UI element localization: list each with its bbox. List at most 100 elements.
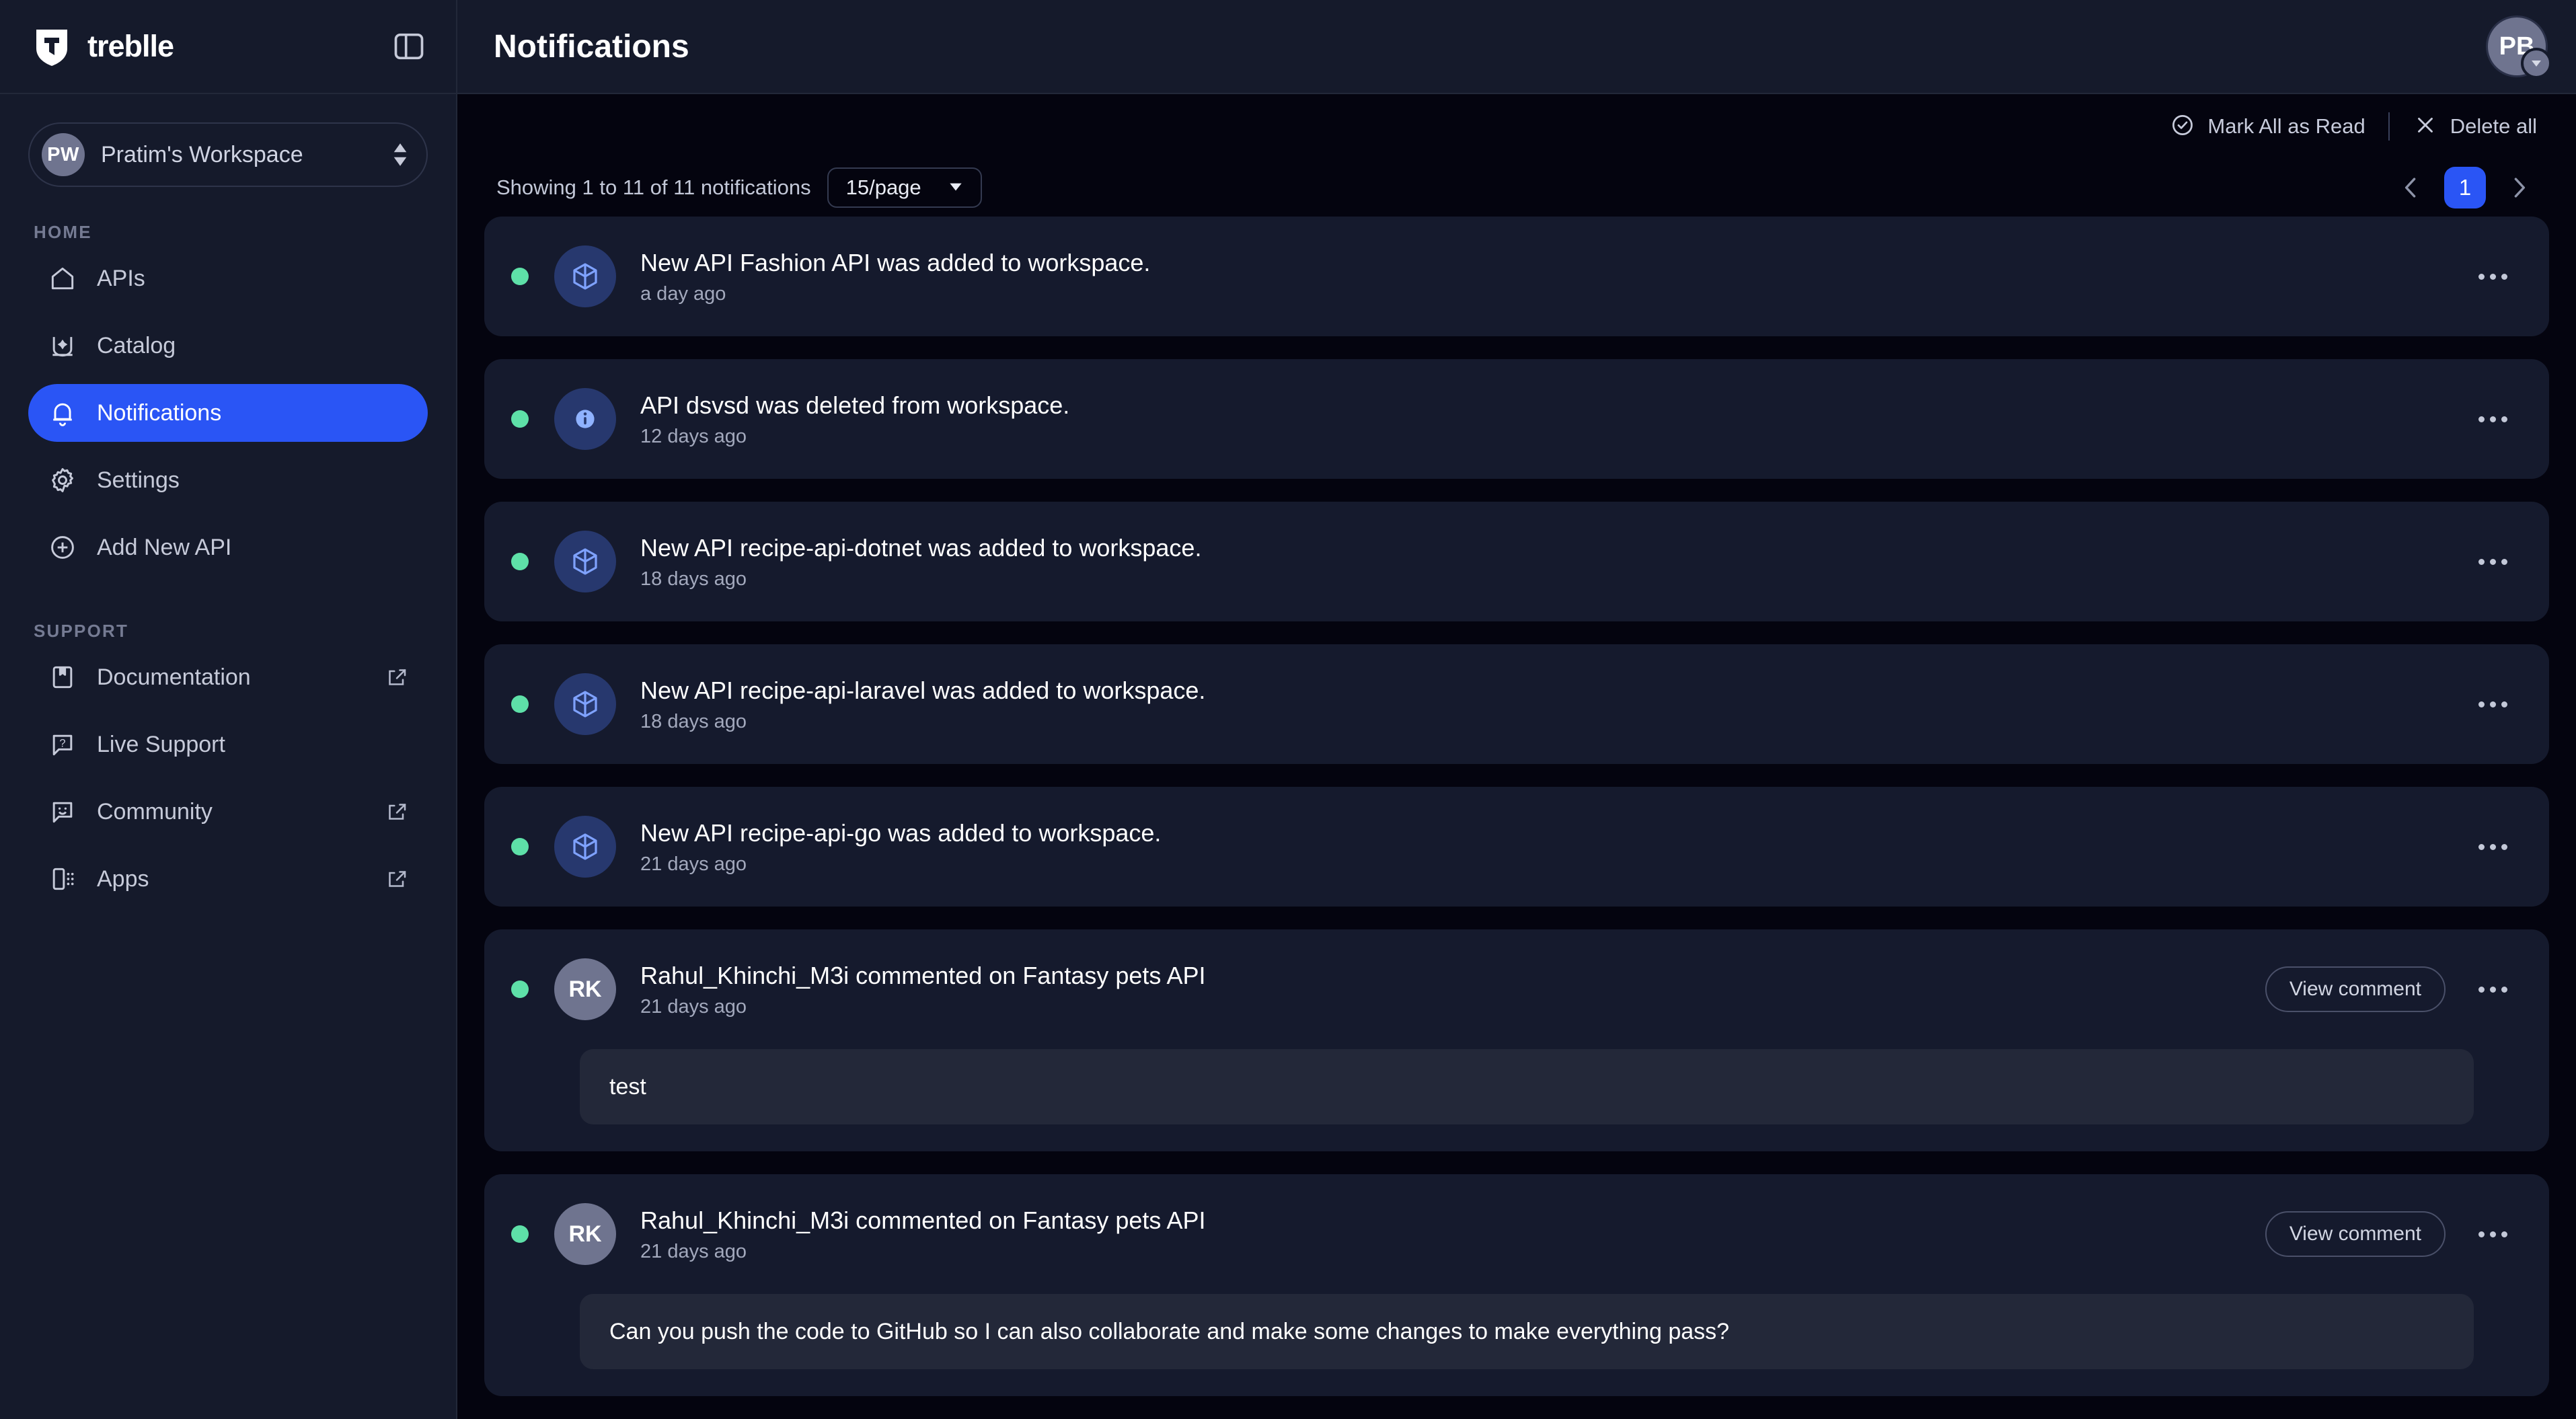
notification-title: Rahul_Khinchi_M3i commented on Fantasy p… — [640, 1206, 1206, 1234]
more-horizontal-icon[interactable] — [2474, 1215, 2511, 1253]
notification-text: New API recipe-api-dotnet was added to w… — [616, 533, 2474, 590]
treblle-shield-logo-icon — [31, 26, 73, 67]
sidebar: treblle PW Pratim's Workspace HOME APIs … — [0, 0, 457, 1419]
notification-text: API dsvsd was deleted from workspace. 12 … — [616, 390, 2474, 448]
delete-all-button[interactable]: Delete all — [2413, 112, 2537, 141]
more-horizontal-icon[interactable] — [2474, 970, 2511, 1008]
workspace-switcher[interactable]: PW Pratim's Workspace — [28, 122, 428, 187]
page-size-select[interactable]: 15/page — [827, 167, 982, 208]
sidebar-item-catalog[interactable]: Catalog — [28, 317, 428, 375]
sidebar-item-community[interactable]: Community — [28, 783, 428, 841]
topbar: Notifications PB — [457, 0, 2576, 94]
more-horizontal-icon[interactable] — [2474, 258, 2511, 295]
notification-actions: View comment — [2265, 1211, 2511, 1257]
notification-title: API dsvsd was deleted from workspace. — [640, 391, 1070, 419]
notification-actions — [2474, 258, 2511, 295]
sidebar-item-apis[interactable]: APIs — [28, 250, 428, 307]
sidebar-section-label-home: HOME — [34, 222, 92, 242]
more-horizontal-icon[interactable] — [2474, 685, 2511, 723]
notification-card[interactable]: API dsvsd was deleted from workspace. 12 … — [484, 359, 2549, 479]
sidebar-item-documentation[interactable]: Documentation — [28, 648, 428, 706]
close-x-icon — [2413, 112, 2438, 141]
chevron-down-icon — [2521, 48, 2552, 79]
chevron-right-icon[interactable] — [2501, 169, 2537, 206]
notification-card[interactable]: New API Fashion API was added to workspa… — [484, 217, 2549, 336]
sidebar-item-settings[interactable]: Settings — [28, 451, 428, 509]
unread-dot — [511, 1225, 529, 1243]
notification-row: API dsvsd was deleted from workspace. 12 … — [484, 359, 2511, 479]
notification-title: New API recipe-api-laravel was added to … — [640, 676, 1206, 704]
sidebar-item-label: Add New API — [97, 534, 232, 560]
notification-card[interactable]: New API recipe-api-dotnet was added to w… — [484, 502, 2549, 621]
view-comment-button[interactable]: View comment — [2265, 966, 2446, 1012]
sidebar-item-notifications[interactable]: Notifications — [28, 384, 428, 442]
notification-title: Rahul_Khinchi_M3i commented on Fantasy p… — [640, 961, 1206, 989]
brand: treblle — [31, 26, 174, 67]
notification-list: New API Fashion API was added to workspa… — [484, 217, 2549, 1404]
workspace-avatar: PW — [42, 133, 85, 176]
comment-bubble: test — [580, 1049, 2474, 1124]
svg-text:?: ? — [59, 738, 65, 750]
notification-time: 18 days ago — [640, 711, 747, 733]
app-root: treblle PW Pratim's Workspace HOME APIs … — [0, 0, 2576, 1419]
avatar: RK — [554, 1203, 616, 1265]
sidebar-item-label: Community — [97, 798, 213, 824]
notification-text: New API recipe-api-go was added to works… — [616, 818, 2474, 876]
actions-divider — [2388, 112, 2390, 141]
notification-time: 21 days ago — [640, 996, 747, 1018]
meta-left: Showing 1 to 11 of 11 notifications 15/p… — [496, 167, 982, 208]
sidebar-item-label: Settings — [97, 467, 180, 493]
sidebar-item-add-new-api[interactable]: Add New API — [28, 519, 428, 576]
more-horizontal-icon[interactable] — [2474, 828, 2511, 866]
notification-text: New API recipe-api-laravel was added to … — [616, 675, 2474, 733]
more-horizontal-icon[interactable] — [2474, 543, 2511, 580]
main-area: Notifications PB Mark All as Read Delete… — [457, 0, 2576, 1419]
notification-row: New API Fashion API was added to workspa… — [484, 217, 2511, 336]
unread-dot — [511, 553, 529, 570]
page-size-value: 15/page — [845, 176, 921, 199]
plus-circle-icon — [47, 532, 78, 563]
cube-box-icon — [554, 816, 616, 878]
caret-down-icon — [947, 178, 964, 198]
notification-text: Rahul_Khinchi_M3i commented on Fantasy p… — [616, 960, 2265, 1018]
sidebar-item-live-support[interactable]: ? Live Support — [28, 716, 428, 773]
sidebar-item-label: Catalog — [97, 332, 176, 358]
user-menu[interactable]: PB — [2486, 15, 2552, 79]
smile-chat-icon — [47, 796, 78, 827]
more-horizontal-icon[interactable] — [2474, 400, 2511, 438]
unread-dot — [511, 838, 529, 855]
notification-actions: View comment — [2265, 966, 2511, 1012]
notification-card[interactable]: RK Rahul_Khinchi_M3i commented on Fantasy… — [484, 1174, 2549, 1396]
notification-card[interactable]: RK Rahul_Khinchi_M3i commented on Fantasy… — [484, 929, 2549, 1151]
pagination-page-1[interactable]: 1 — [2444, 167, 2486, 208]
sidebar-toggle-icon[interactable] — [391, 29, 426, 64]
bell-icon — [47, 397, 78, 428]
notification-title: New API recipe-api-dotnet was added to w… — [640, 533, 1202, 562]
notification-card[interactable]: New API recipe-api-laravel was added to … — [484, 644, 2549, 764]
showing-count-text: Showing 1 to 11 of 11 notifications — [496, 176, 811, 199]
chevron-left-icon[interactable] — [2393, 169, 2429, 206]
external-link-icon — [385, 665, 409, 689]
content: Mark All as Read Delete all Showing 1 to… — [457, 94, 2576, 1419]
mark-all-as-read-button[interactable]: Mark All as Read — [2170, 112, 2365, 141]
cube-box-icon — [554, 673, 616, 735]
view-comment-button[interactable]: View comment — [2265, 1211, 2446, 1257]
unread-dot — [511, 410, 529, 428]
home-icon — [47, 263, 78, 294]
sidebar-item-apps[interactable]: Apps — [28, 850, 428, 908]
notification-row: New API recipe-api-dotnet was added to w… — [484, 502, 2511, 621]
notification-row: RK Rahul_Khinchi_M3i commented on Fantasy… — [484, 929, 2511, 1049]
catalog-icon — [47, 330, 78, 361]
notification-title: New API Fashion API was added to workspa… — [640, 248, 1151, 276]
sidebar-header: treblle — [0, 0, 456, 94]
sidebar-item-label: Documentation — [97, 664, 251, 690]
notification-card[interactable]: New API recipe-api-go was added to works… — [484, 787, 2549, 907]
notification-time: 21 days ago — [640, 853, 747, 876]
notification-row: New API recipe-api-go was added to works… — [484, 787, 2511, 907]
brand-name: treblle — [87, 29, 174, 63]
notification-text: Rahul_Khinchi_M3i commented on Fantasy p… — [616, 1205, 2265, 1263]
external-link-icon — [385, 800, 409, 824]
sidebar-nav-support: Documentation ? Live Support Community A… — [0, 648, 456, 917]
chevron-up-down-icon — [391, 139, 409, 170]
notification-text: New API Fashion API was added to workspa… — [616, 247, 2474, 305]
